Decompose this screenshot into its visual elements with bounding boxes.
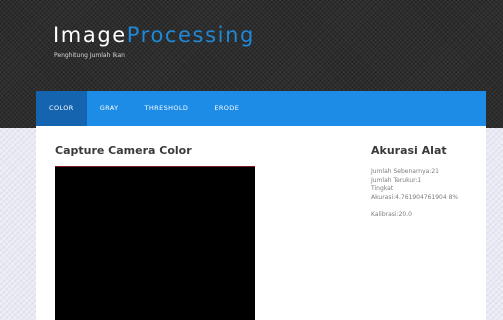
main-nav: COLOR GRAY THRESHOLD ERODE	[36, 91, 486, 126]
tab-color[interactable]: COLOR	[36, 91, 87, 126]
accuracy-stats: Jumlah Sebenarnya:21 Jumlah Terukur:1 Ti…	[371, 168, 458, 220]
actual-count: Jumlah Sebenarnya:21	[371, 168, 439, 175]
tab-erode[interactable]: ERODE	[201, 91, 252, 126]
site-logo[interactable]: ImageProcessing	[53, 25, 255, 46]
stats-spacer	[371, 202, 458, 211]
accuracy-value: Akurasi:4.761904761904 8%	[371, 193, 459, 201]
brand-processing-text: Processing	[126, 23, 255, 47]
site-subtitle: Penghitung Jumlah Ikan	[54, 52, 125, 59]
brand-image-text: Image	[53, 23, 127, 47]
calibration-value: Kalibrasi:20.0	[371, 210, 412, 218]
capture-title: Capture Camera Color	[55, 144, 192, 157]
camera-feed	[55, 166, 255, 320]
measured-count: Jumlah Terukur:1	[371, 176, 422, 184]
content-panel: Capture Camera Color Akurasi Alat Jumlah…	[36, 126, 486, 320]
tab-gray[interactable]: GRAY	[87, 91, 132, 126]
tab-threshold[interactable]: THRESHOLD	[132, 91, 202, 126]
level-label: Tingkat	[371, 185, 394, 193]
accuracy-title: Akurasi Alat	[371, 144, 447, 157]
